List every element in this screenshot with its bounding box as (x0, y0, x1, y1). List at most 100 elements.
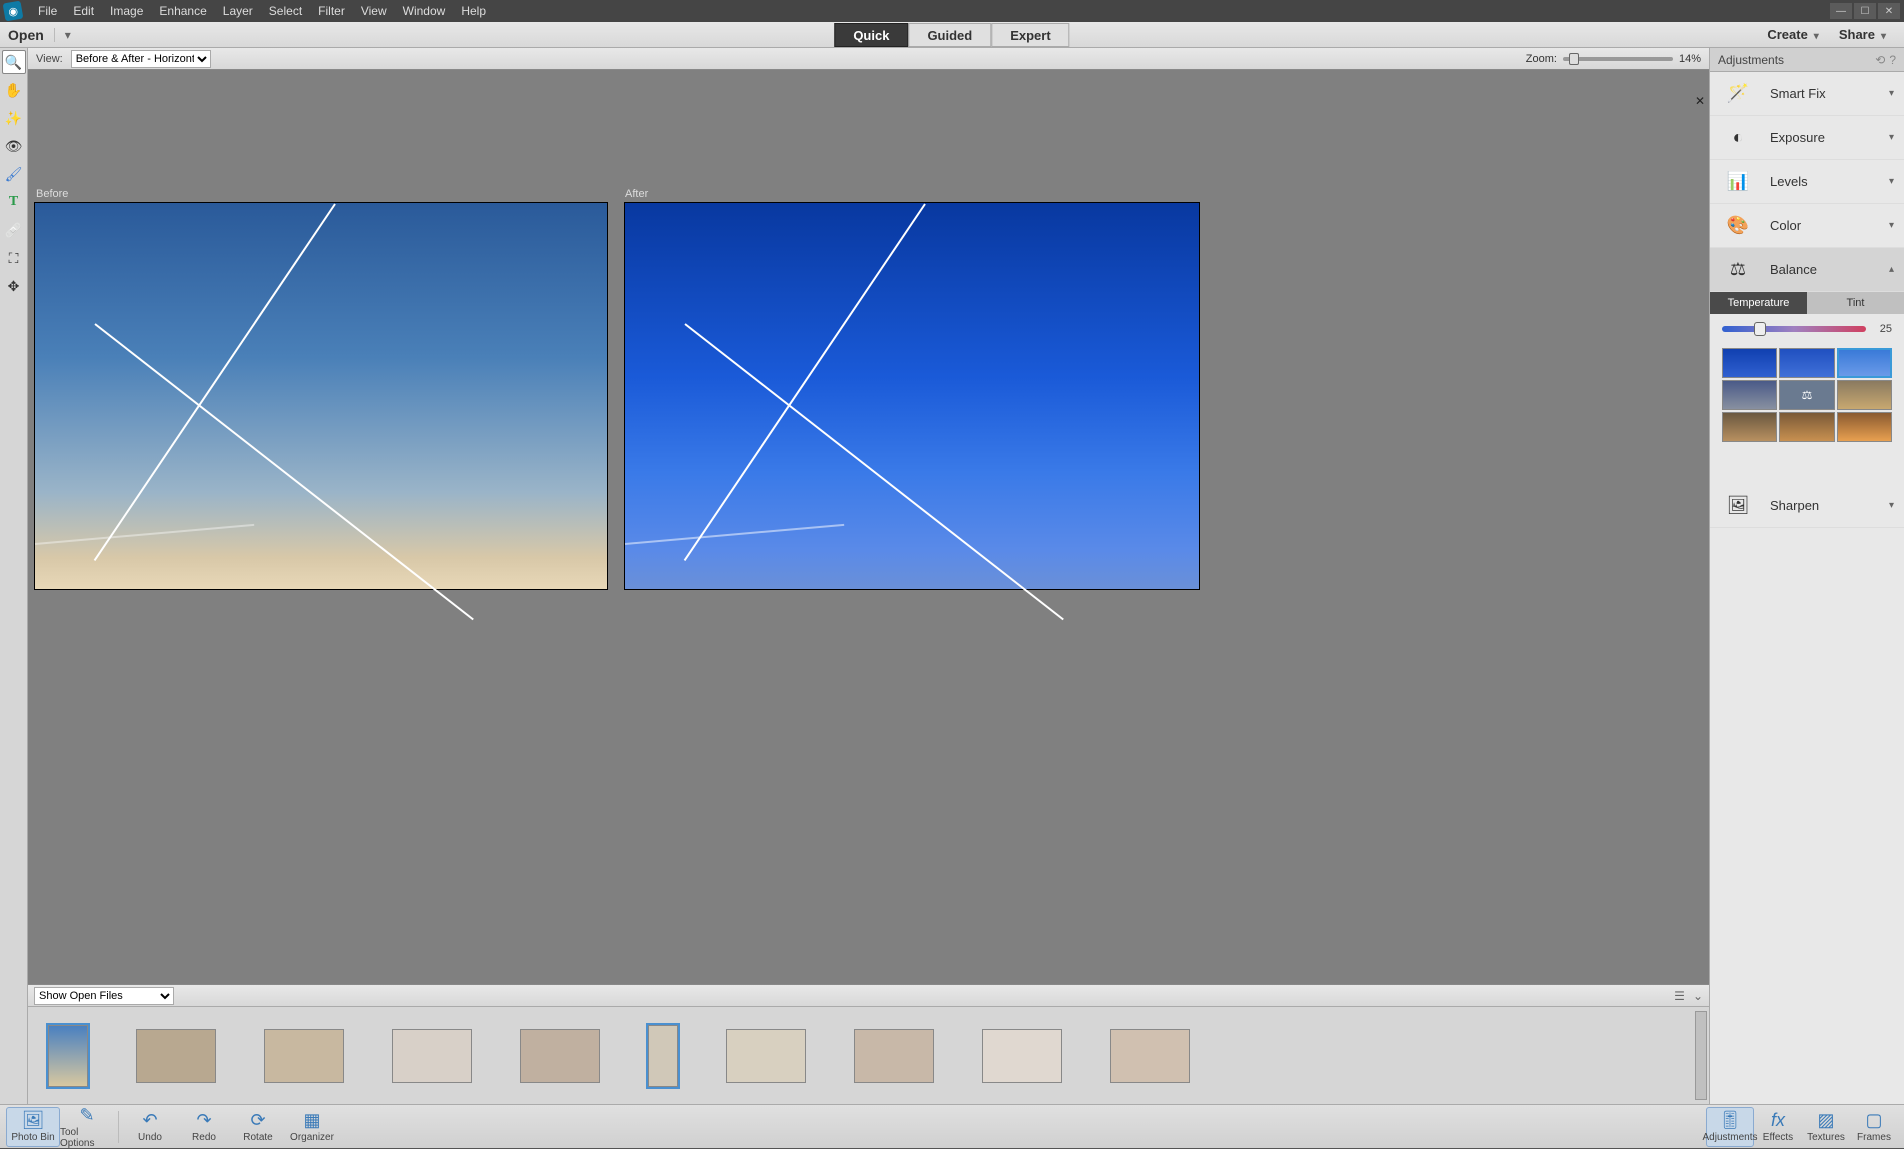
chevron-up-icon: ▴ (1889, 264, 1894, 275)
thumb-6[interactable] (648, 1025, 678, 1087)
adjustments-title: Adjustments (1718, 53, 1784, 67)
thumb-2[interactable] (136, 1029, 216, 1083)
undo-icon: ↶ (142, 1110, 157, 1131)
crop-tool[interactable] (2, 246, 26, 270)
thumb-9[interactable] (982, 1029, 1062, 1083)
adjustments-button[interactable]: 🎚Adjustments (1706, 1107, 1754, 1147)
after-image[interactable] (624, 202, 1200, 590)
menu-file[interactable]: File (30, 0, 65, 22)
create-button[interactable]: Create (1767, 27, 1819, 42)
thumb-4[interactable] (392, 1029, 472, 1083)
menu-view[interactable]: View (353, 0, 395, 22)
tab-temperature[interactable]: Temperature (1710, 292, 1807, 314)
organizer-button[interactable]: ▦Organizer (285, 1107, 339, 1147)
tab-guided[interactable]: Guided (908, 23, 991, 47)
help-icon[interactable]: ? (1889, 53, 1896, 67)
spot-heal-tool[interactable] (2, 218, 26, 242)
zoom-tool[interactable] (2, 50, 26, 74)
adj-smart-fix[interactable]: 🪄 Smart Fix ▾ (1710, 72, 1904, 116)
menu-layer[interactable]: Layer (215, 0, 261, 22)
temperature-thumb-icon[interactable] (1754, 322, 1766, 336)
menu-window[interactable]: Window (395, 0, 454, 22)
open-button[interactable]: Open (8, 27, 54, 43)
undo-label: Undo (138, 1132, 162, 1143)
frames-button[interactable]: ▢Frames (1850, 1107, 1898, 1147)
rotate-button[interactable]: ⟳Rotate (231, 1107, 285, 1147)
undo-button[interactable]: ↶Undo (123, 1107, 177, 1147)
preset-5[interactable]: ⚖ (1779, 380, 1834, 410)
thumb-10[interactable] (1110, 1029, 1190, 1083)
open-dropdown-icon[interactable]: ▾ (54, 28, 71, 42)
color-icon: 🎨 (1720, 211, 1756, 241)
redo-label: Redo (192, 1132, 216, 1143)
share-button[interactable]: Share (1839, 27, 1886, 42)
menu-image[interactable]: Image (102, 0, 151, 22)
close-document-icon[interactable]: ✕ (1695, 94, 1705, 108)
organizer-label: Organizer (290, 1132, 334, 1143)
tool-options-icon: ✎ (79, 1105, 94, 1126)
preset-6[interactable] (1837, 380, 1892, 410)
menu-filter[interactable]: Filter (310, 0, 353, 22)
quick-select-tool[interactable] (2, 106, 26, 130)
photo-bin-button[interactable]: 🖼Photo Bin (6, 1107, 60, 1147)
preset-1[interactable] (1722, 348, 1777, 378)
preset-2[interactable] (1779, 348, 1834, 378)
tab-tint[interactable]: Tint (1807, 292, 1904, 314)
adj-levels[interactable]: 📊 Levels ▾ (1710, 160, 1904, 204)
preset-8[interactable] (1779, 412, 1834, 442)
menu-help[interactable]: Help (453, 0, 494, 22)
after-label: After (625, 188, 648, 200)
levels-label: Levels (1770, 174, 1808, 189)
maximize-icon[interactable]: ☐ (1854, 3, 1876, 19)
menu-edit[interactable]: Edit (65, 0, 102, 22)
temperature-slider[interactable] (1722, 326, 1866, 332)
textures-icon: ▨ (1817, 1110, 1834, 1131)
tool-options-button[interactable]: ✎Tool Options (60, 1107, 114, 1147)
menu-enhance[interactable]: Enhance (151, 0, 214, 22)
redeye-tool[interactable] (2, 134, 26, 158)
redo-button[interactable]: ↷Redo (177, 1107, 231, 1147)
move-tool[interactable] (2, 274, 26, 298)
thumb-5[interactable] (520, 1029, 600, 1083)
whiten-tool[interactable] (2, 162, 26, 186)
before-image[interactable] (34, 202, 608, 590)
organizer-icon: ▦ (303, 1110, 320, 1131)
effects-button[interactable]: fxEffects (1754, 1107, 1802, 1147)
preset-9[interactable] (1837, 412, 1892, 442)
frames-label: Frames (1857, 1132, 1891, 1143)
hand-tool[interactable] (2, 78, 26, 102)
menu-select[interactable]: Select (261, 0, 310, 22)
adjustments-header: Adjustments ⟲ ? (1710, 48, 1904, 72)
main: View: Before & After - Horizontal Zoom: … (0, 48, 1904, 1104)
bottom-bar: 🖼Photo Bin ✎Tool Options ↶Undo ↷Redo ⟳Ro… (0, 1104, 1904, 1148)
view-select[interactable]: Before & After - Horizontal (71, 50, 211, 68)
filmstrip-list-icon[interactable]: ☰ (1674, 989, 1685, 1003)
thumb-7[interactable] (726, 1029, 806, 1083)
preset-3[interactable] (1837, 348, 1892, 378)
adj-color[interactable]: 🎨 Color ▾ (1710, 204, 1904, 248)
adj-exposure[interactable]: ◐ Exposure ▾ (1710, 116, 1904, 160)
thumb-1[interactable] (48, 1025, 88, 1087)
zoom-slider[interactable] (1563, 57, 1673, 61)
preset-7[interactable] (1722, 412, 1777, 442)
reset-icon[interactable]: ⟲ (1875, 53, 1885, 67)
type-tool[interactable] (2, 190, 26, 214)
thumb-8[interactable] (854, 1029, 934, 1083)
textures-button[interactable]: ▨Textures (1802, 1107, 1850, 1147)
filmstrip-select[interactable]: Show Open Files (34, 987, 174, 1005)
chevron-down-icon: ▾ (1889, 132, 1894, 143)
adj-balance[interactable]: ⚖ Balance ▴ (1710, 248, 1904, 292)
exposure-icon: ◐ (1720, 123, 1756, 153)
center-area: View: Before & After - Horizontal Zoom: … (28, 48, 1709, 1104)
thumb-3[interactable] (264, 1029, 344, 1083)
filmstrip-scrollbar[interactable] (1695, 1011, 1707, 1100)
zoom-thumb-icon[interactable] (1569, 53, 1579, 65)
adj-sharpen[interactable]: 🖼 Sharpen ▾ (1710, 484, 1904, 528)
tab-expert[interactable]: Expert (991, 23, 1069, 47)
minimize-icon[interactable]: — (1830, 3, 1852, 19)
preset-4[interactable] (1722, 380, 1777, 410)
filmstrip-collapse-icon[interactable]: ⌄ (1693, 989, 1703, 1003)
tab-quick[interactable]: Quick (834, 23, 908, 47)
close-icon[interactable]: ✕ (1878, 3, 1900, 19)
zoom-group: Zoom: 14% (1526, 53, 1701, 65)
